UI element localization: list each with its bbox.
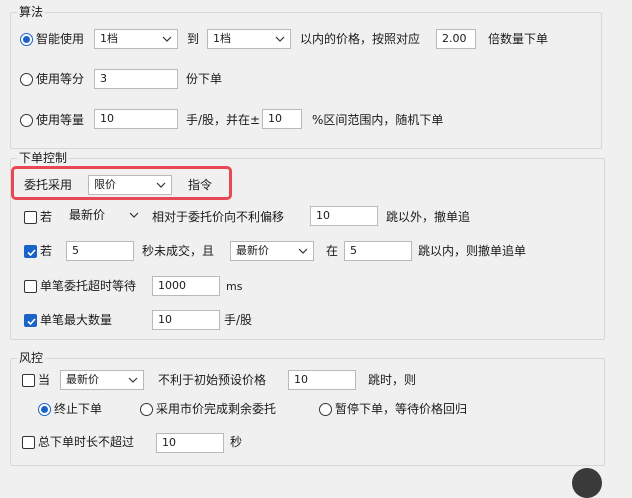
smart-to-value: 1档 bbox=[213, 32, 231, 45]
equal-input[interactable]: 3 bbox=[94, 69, 178, 89]
smart-desc: 以内的价格，按照对应 bbox=[300, 32, 421, 46]
amount-input[interactable]: 10 bbox=[94, 109, 178, 129]
smart-label: 智能使用 bbox=[36, 32, 85, 46]
commission-value: 限价 bbox=[94, 178, 116, 191]
smart-from-select[interactable]: 1档 bbox=[94, 29, 178, 49]
rule2-checkbox[interactable] bbox=[24, 245, 37, 258]
when-text: 不利于初始预设价格 bbox=[158, 373, 267, 387]
amount-mid: 手/股，并在± bbox=[186, 113, 261, 127]
rule2-input[interactable]: 5 bbox=[344, 241, 412, 261]
commission-suffix: 指令 bbox=[188, 178, 213, 192]
when-input[interactable]: 10 bbox=[288, 370, 356, 390]
rule2-price-select[interactable]: 最新价 bbox=[230, 241, 314, 261]
smart-suffix: 倍数量下单 bbox=[488, 32, 549, 46]
chevron-down-icon bbox=[275, 36, 285, 42]
pause-radio[interactable] bbox=[319, 403, 332, 416]
maxqty-input[interactable]: 10 bbox=[152, 310, 220, 330]
amount-range-input[interactable]: 10 bbox=[262, 109, 302, 129]
timeout-input[interactable]: 1000 bbox=[152, 276, 220, 296]
rule2-text: 秒未成交，且 bbox=[142, 244, 215, 258]
rule1-text: 相对于委托价向不利偏移 bbox=[152, 210, 285, 224]
rule2-label: 若 bbox=[40, 244, 53, 258]
rule2-at: 在 bbox=[326, 244, 339, 258]
checkmark-icon bbox=[27, 249, 36, 257]
chevron-down-icon bbox=[162, 36, 172, 42]
algo-group-title: 算法 bbox=[17, 5, 46, 19]
market-radio[interactable] bbox=[140, 403, 153, 416]
duration-input[interactable]: 10 bbox=[156, 433, 224, 453]
pause-label: 暂停下单，等待价格回归 bbox=[335, 402, 468, 416]
chevron-down-icon bbox=[298, 248, 308, 254]
when-price-select[interactable]: 最新价 bbox=[60, 370, 144, 390]
stop-radio[interactable] bbox=[38, 403, 51, 416]
rule1-price-select[interactable]: 最新价 bbox=[64, 206, 144, 226]
when-suffix: 跳时，则 bbox=[368, 373, 417, 387]
duration-label: 总下单时长不超过 bbox=[38, 435, 135, 449]
smart-multiplier-input[interactable]: 2.00 bbox=[436, 29, 476, 49]
duration-checkbox[interactable] bbox=[22, 436, 35, 449]
floating-action-button[interactable] bbox=[572, 468, 602, 498]
market-label: 采用市价完成剩余委托 bbox=[156, 402, 277, 416]
timeout-label: 单笔委托超时等待 bbox=[40, 279, 137, 293]
when-price-value: 最新价 bbox=[66, 373, 99, 386]
smart-from-value: 1档 bbox=[100, 32, 118, 45]
stop-label: 终止下单 bbox=[54, 402, 103, 416]
smart-to-select[interactable]: 1档 bbox=[207, 29, 291, 49]
amount-radio[interactable] bbox=[20, 114, 33, 127]
chevron-down-icon bbox=[156, 182, 166, 188]
rule1-label: 若 bbox=[40, 210, 53, 224]
rule2-price-value: 最新价 bbox=[236, 244, 269, 257]
timeout-unit: ms bbox=[226, 280, 243, 293]
rule1-input[interactable]: 10 bbox=[310, 206, 378, 226]
amount-label: 使用等量 bbox=[36, 113, 85, 127]
commission-select[interactable]: 限价 bbox=[88, 175, 172, 195]
rule1-suffix: 跳以外，撤单追 bbox=[386, 210, 471, 224]
rule1-checkbox[interactable] bbox=[24, 211, 37, 224]
smart-to-word: 到 bbox=[187, 32, 200, 46]
when-label: 当 bbox=[38, 373, 51, 387]
equal-suffix: 份下单 bbox=[186, 72, 223, 86]
duration-unit: 秒 bbox=[230, 435, 243, 449]
order-group-title: 下单控制 bbox=[17, 151, 70, 165]
maxqty-label: 单笔最大数量 bbox=[40, 313, 113, 327]
when-checkbox[interactable] bbox=[22, 374, 35, 387]
commission-label: 委托采用 bbox=[24, 178, 73, 192]
equal-label: 使用等分 bbox=[36, 72, 85, 86]
equal-radio[interactable] bbox=[20, 73, 33, 86]
rule2-seconds-input[interactable]: 5 bbox=[66, 241, 134, 261]
maxqty-unit: 手/股 bbox=[224, 313, 253, 327]
chevron-down-icon bbox=[129, 212, 139, 218]
checkmark-icon bbox=[27, 318, 36, 326]
risk-group-title: 风控 bbox=[17, 351, 46, 365]
amount-suffix: %区间范围内，随机下单 bbox=[312, 113, 444, 127]
rule2-suffix: 跳以内，则撤单追单 bbox=[418, 244, 527, 258]
smart-radio[interactable] bbox=[20, 33, 33, 46]
chevron-down-icon bbox=[128, 377, 138, 383]
rule1-price-value: 最新价 bbox=[69, 208, 106, 222]
maxqty-checkbox[interactable] bbox=[24, 314, 37, 327]
timeout-checkbox[interactable] bbox=[24, 280, 37, 293]
